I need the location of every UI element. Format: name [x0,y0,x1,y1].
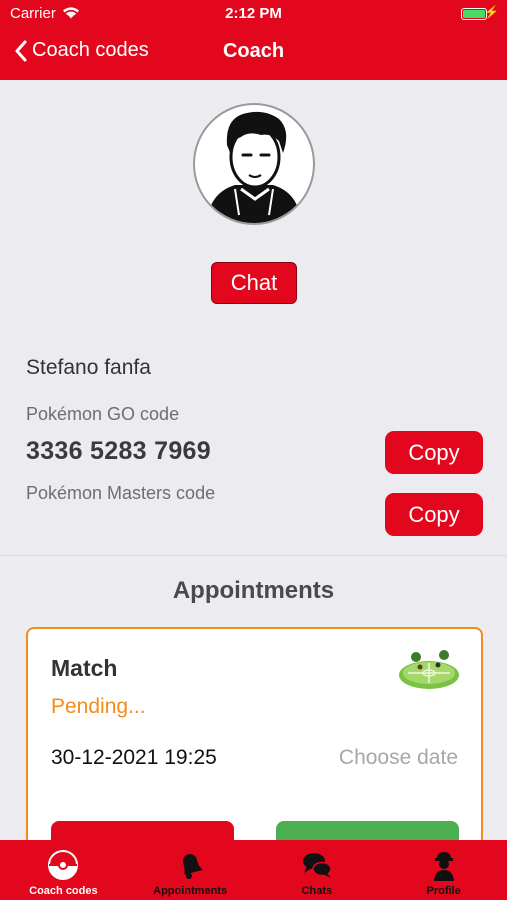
pokeball-icon [48,850,79,880]
top-bar: Carrier 2:12 PM ⚡ Coach codes Coach [0,0,507,80]
chevron-left-icon [15,40,27,61]
back-button[interactable]: Coach codes [14,39,149,62]
tab-appointments[interactable]: Appointments [127,840,254,900]
clock: 2:12 PM [225,5,282,22]
charging-icon: ⚡ [484,5,499,19]
tab-label: Profile [426,885,461,897]
trainer-icon [433,852,454,881]
navigation-bar: Coach codes Coach [0,30,507,76]
coach-name: Stefano fanfa [26,356,151,379]
appointments-title: Appointments [172,577,335,604]
bell-icon [183,854,203,879]
coach-avatar [193,103,315,225]
back-label: Coach codes [32,39,149,61]
choose-date-button[interactable]: Choose date [339,746,458,770]
tab-bar: Coach codes Appointments Chats Profile [0,840,507,900]
pokemon-masters-code-label: Pokémon Masters code [26,483,216,503]
copy-go-code-button[interactable]: Copy [385,431,483,474]
chat-bubbles-icon [302,853,332,878]
copy-masters-code-button[interactable]: Copy [385,493,483,536]
battle-field-icon [399,650,459,689]
status-bar: Carrier 2:12 PM ⚡ [0,0,507,28]
tab-label: Chats [301,885,333,897]
appointment-datetime: 30-12-2021 19:25 [51,746,217,769]
tab-chats[interactable]: Chats [254,840,381,900]
pokemon-go-code-label: Pokémon GO code [26,404,180,424]
pokemon-go-code: 3336 5283 7969 [26,437,211,465]
tab-label: Appointments [153,885,228,897]
tab-profile[interactable]: Profile [380,840,507,900]
section-divider [0,555,507,556]
appointment-status: Pending... [51,695,146,718]
appointment-type: Match [51,655,118,681]
tab-coach-codes[interactable]: Coach codes [0,840,127,900]
tab-label: Coach codes [29,885,98,897]
chat-button[interactable]: Chat [211,262,297,304]
